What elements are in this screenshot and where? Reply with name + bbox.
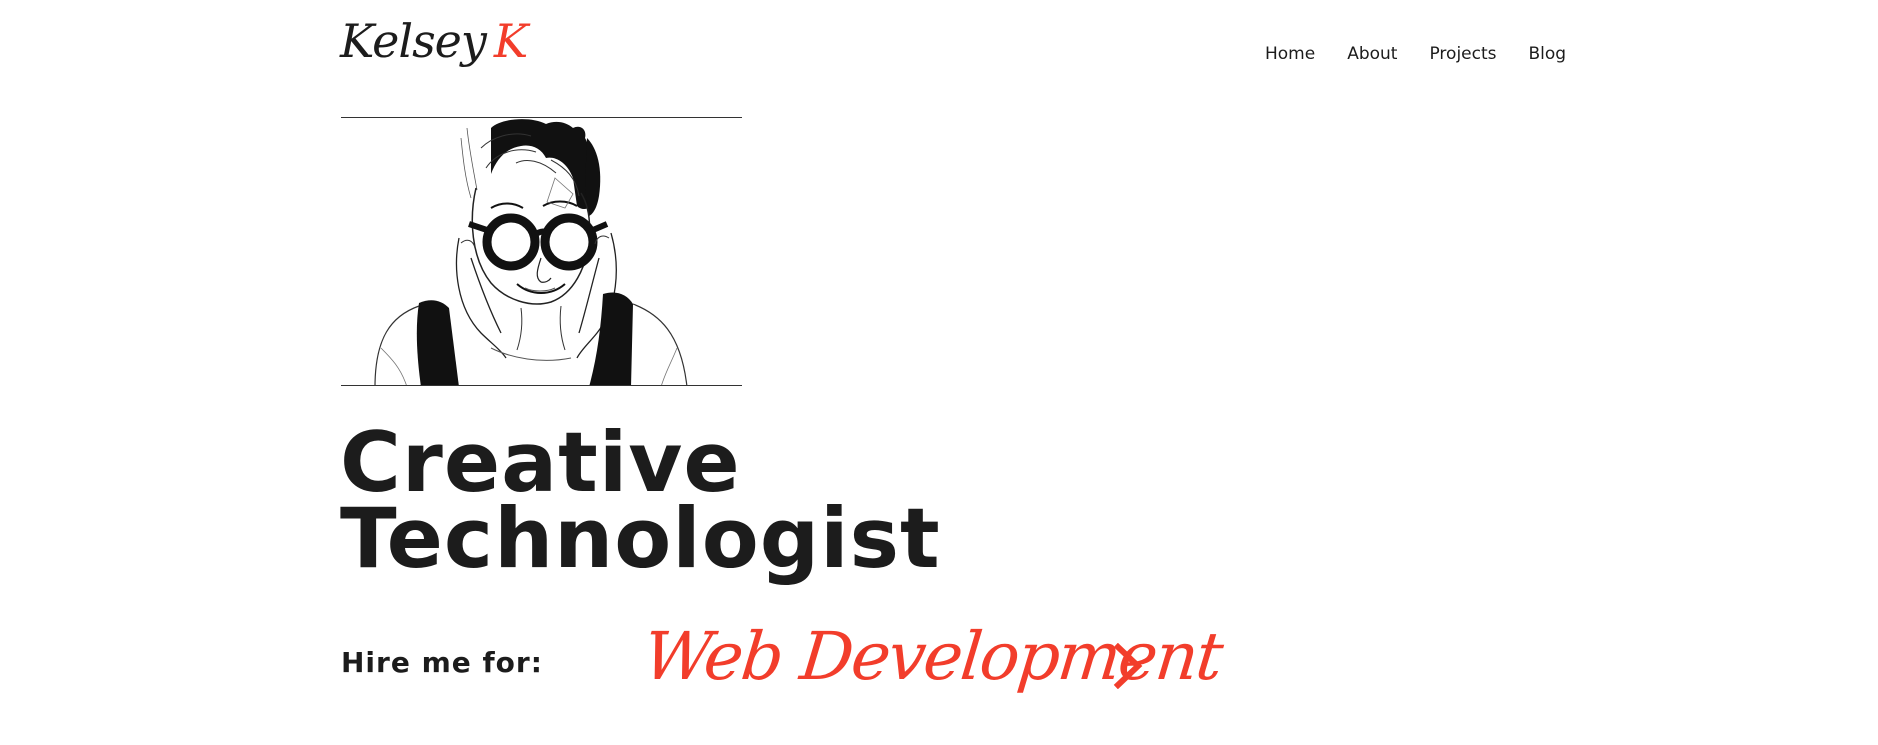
nav-item-home[interactable]: Home [1265,44,1315,64]
portrait-illustration [341,117,742,386]
site-logo[interactable]: Kelsey K [340,18,528,64]
main-nav: Home About Projects Blog [1265,44,1566,64]
nav-item-blog[interactable]: Blog [1529,44,1567,64]
nav-item-about[interactable]: About [1347,44,1397,64]
nav-item-projects[interactable]: Projects [1429,44,1496,64]
headline-line-2: Technologist [340,490,941,587]
page-title: Creative Technologist [340,421,941,587]
logo-initial: K [493,14,528,68]
next-service-button[interactable] [1110,642,1146,690]
logo-name: Kelsey [340,14,487,68]
sketch-portrait-icon [374,119,688,385]
chevron-right-icon [1113,642,1143,690]
hire-label: Hire me for: [341,646,543,679]
